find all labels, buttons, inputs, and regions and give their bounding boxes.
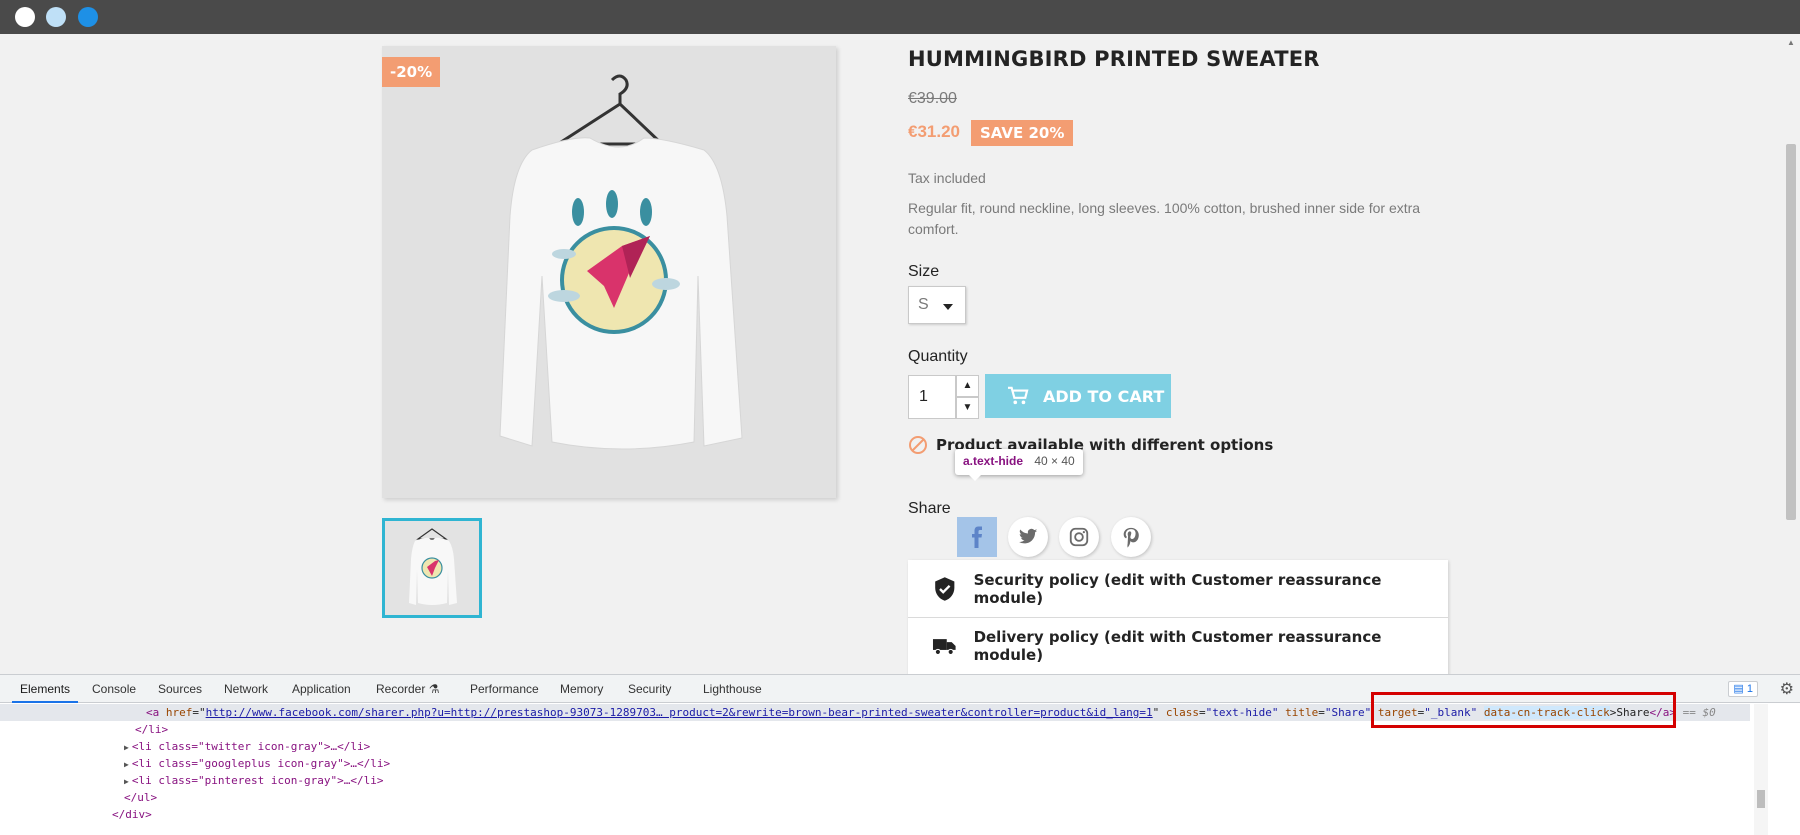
code-line[interactable]: ▶ <li class="pinterest icon-gray">…</li>	[124, 772, 384, 789]
facebook-icon	[972, 526, 982, 548]
page-scrollbar[interactable]: ▲	[1782, 34, 1800, 674]
page-scrollbar-thumb[interactable]	[1786, 144, 1796, 520]
size-select[interactable]: S	[908, 286, 966, 324]
product-image[interactable]	[382, 46, 836, 498]
tooltip-pointer	[969, 475, 981, 481]
reassurance-delivery: Delivery policy (edit with Customer reas…	[908, 617, 1448, 674]
tab-lighthouse[interactable]: Lighthouse	[703, 675, 762, 703]
twitter-share-button[interactable]	[1008, 517, 1048, 557]
expand-triangle-icon[interactable]: ▶	[124, 777, 129, 786]
product-description: Regular fit, round neckline, long sleeve…	[908, 200, 1421, 237]
ban-icon	[909, 436, 927, 454]
maximize-window-button[interactable]	[78, 7, 98, 27]
reassurance-delivery-text: Delivery policy (edit with Customer reas…	[973, 628, 1382, 664]
attr-href: href	[165, 706, 193, 719]
quantity-increase-button[interactable]: ▲	[956, 375, 979, 397]
devtools-scrollbar-thumb[interactable]	[1757, 790, 1765, 808]
tab-recorder[interactable]: Recorder ⚗	[376, 675, 439, 703]
gear-icon[interactable]: ⚙	[1780, 679, 1794, 699]
close-window-button[interactable]	[15, 7, 35, 27]
discount-badge: SAVE 20%	[971, 120, 1074, 146]
instagram-icon	[1069, 527, 1089, 547]
discount-flag: -20%	[382, 57, 441, 87]
expand-triangle-icon[interactable]: ▶	[124, 760, 129, 769]
sweater-illustration	[382, 46, 836, 498]
tab-application[interactable]: Application	[292, 675, 351, 703]
chevron-down-icon	[943, 304, 953, 310]
tab-sources[interactable]: Sources	[158, 675, 202, 703]
truck-icon	[932, 639, 956, 655]
instagram-share-button[interactable]	[1059, 517, 1099, 557]
sweater-thumbnail-illustration	[385, 521, 479, 615]
quantity-label: Quantity	[908, 348, 968, 365]
code-line[interactable]: ▶ <li class="googleplus icon-gray">…</li>	[124, 755, 390, 772]
product-title: HUMMINGBIRD PRINTED SWEATER	[908, 47, 1320, 71]
product-page: -20% HUMMINGBIRD PRINTED SWEATER €39.00 …	[0, 34, 1800, 674]
minimize-window-button[interactable]	[46, 7, 66, 27]
href-value[interactable]: http://www.facebook.com/sharer.php?u=htt…	[206, 706, 1153, 719]
class-value: "text-hide"	[1205, 706, 1279, 719]
tab-memory[interactable]: Memory	[560, 675, 603, 703]
reassurance-security: Security policy (edit with Customer reas…	[908, 560, 1448, 617]
size-label: Size	[908, 263, 940, 280]
scroll-up-icon[interactable]: ▲	[1787, 38, 1795, 47]
size-value: S	[918, 296, 929, 313]
share-label: Share	[908, 500, 951, 517]
tag-open: <a	[146, 706, 160, 719]
code-line[interactable]: </ul>	[124, 789, 157, 806]
attr-title: title	[1285, 706, 1319, 719]
tooltip-dimensions: 40 × 40	[1034, 454, 1075, 468]
reassurance-block: Security policy (edit with Customer reas…	[908, 560, 1448, 674]
title-value: "Share"	[1324, 706, 1372, 719]
code-line-text: <li class="twitter icon-gray">…</li>	[131, 740, 371, 753]
devtools-scrollbar[interactable]	[1754, 704, 1768, 835]
code-line[interactable]: </li>	[135, 721, 168, 738]
code-line[interactable]: </div>	[112, 806, 152, 823]
code-line-text: <li class="pinterest icon-gray">…</li>	[131, 774, 384, 787]
chevron-down-icon: ▼	[962, 402, 973, 413]
expand-triangle-icon[interactable]: ▶	[124, 743, 129, 752]
tab-network[interactable]: Network	[224, 675, 268, 703]
inspector-tooltip: a.text-hide 40 × 40	[955, 449, 1083, 481]
console-ref: == $0	[1682, 706, 1716, 719]
cart-icon	[1008, 386, 1029, 405]
product-thumbnail[interactable]	[382, 518, 482, 618]
quantity-decrease-button[interactable]: ▼	[956, 397, 979, 419]
tab-security[interactable]: Security	[628, 675, 671, 703]
pinterest-icon	[1123, 527, 1139, 548]
tab-console[interactable]: Console	[92, 675, 136, 703]
add-to-cart-button[interactable]: ADD TO CART	[985, 374, 1171, 418]
attr-class: class	[1165, 706, 1200, 719]
highlight-annotation-box	[1371, 692, 1676, 728]
tab-elements[interactable]: Elements	[12, 675, 79, 703]
window-titlebar	[0, 0, 1800, 34]
issues-badge[interactable]: ▤ 1	[1728, 681, 1758, 697]
flask-icon: ⚗	[428, 682, 440, 696]
code-line[interactable]: ▶ <li class="twitter icon-gray">…</li>	[124, 738, 370, 755]
tab-performance[interactable]: Performance	[470, 675, 539, 703]
pinterest-share-button[interactable]	[1111, 517, 1151, 557]
facebook-share-button[interactable]	[957, 517, 997, 557]
regular-price: €39.00	[908, 90, 957, 107]
twitter-icon	[1018, 528, 1038, 544]
tooltip-selector: a.text-hide	[963, 454, 1024, 468]
chevron-up-icon: ▲	[962, 380, 973, 391]
current-price: €31.20	[908, 122, 960, 141]
tab-recorder-label: Recorder	[376, 682, 426, 696]
shield-check-icon	[935, 576, 955, 601]
chat-icon: ▤	[1733, 683, 1744, 695]
code-line-text: <li class="googleplus icon-gray">…</li>	[131, 757, 391, 770]
tax-label: Tax included	[908, 170, 986, 186]
add-to-cart-label: ADD TO CART	[1043, 386, 1165, 406]
reassurance-security-text: Security policy (edit with Customer reas…	[973, 570, 1382, 607]
quantity-input[interactable]: 1	[908, 375, 956, 419]
issues-count: 1	[1746, 683, 1753, 695]
